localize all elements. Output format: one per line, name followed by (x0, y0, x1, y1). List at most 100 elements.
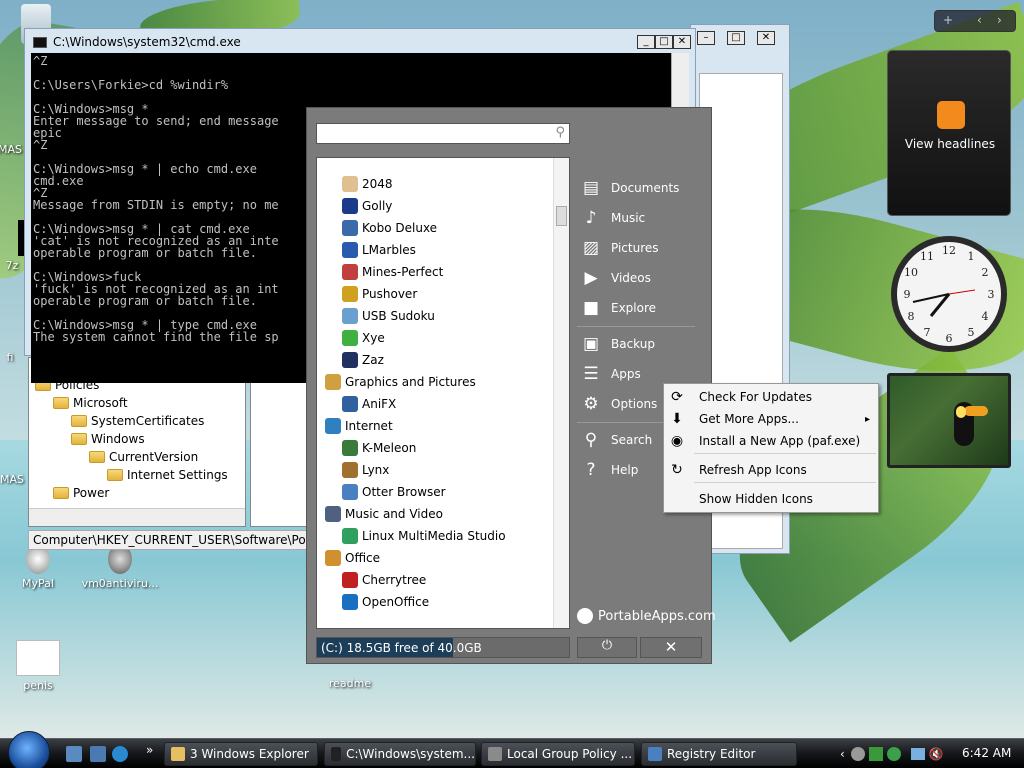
side-button-label: Explore (611, 301, 657, 315)
registry-key-node[interactable]: SystemCertificates (71, 414, 204, 428)
side-button-videos[interactable]: ▶ Videos (577, 263, 650, 293)
slideshow-gadget[interactable] (887, 373, 1011, 468)
app-list-item[interactable]: OpenOffice (317, 591, 429, 613)
app-list-item[interactable]: Zaz (317, 349, 384, 371)
app-list-item[interactable]: LMarbles (317, 239, 416, 261)
side-button-explore[interactable]: ■ Explore (577, 293, 656, 323)
tray-app-icon[interactable] (850, 747, 865, 761)
app-list-item[interactable]: Golly (317, 195, 392, 217)
app-list-item[interactable]: Pushover (317, 283, 417, 305)
item-label: Lynx (362, 463, 390, 477)
taskbar-clock[interactable]: 6:42 AM (962, 746, 1011, 760)
svg-text:8: 8 (908, 310, 915, 323)
registry-key-node[interactable]: Windows (71, 432, 145, 446)
app-list-item[interactable]: Otter Browser (317, 481, 446, 503)
app-category[interactable]: Internet (317, 415, 393, 437)
app-list-item[interactable]: Lynx (317, 459, 389, 481)
scroll-thumb[interactable] (556, 206, 567, 226)
desktop-icon-readme[interactable]: readme (318, 664, 382, 690)
minimize-button[interactable]: – (697, 31, 715, 45)
taskbar-cmd[interactable]: C:\Windows\system... (324, 742, 476, 766)
folder-icon (53, 487, 69, 499)
start-button[interactable] (8, 731, 50, 768)
side-button-pictures[interactable]: ▨ Pictures (577, 233, 659, 263)
show-desktop-icon[interactable] (66, 746, 82, 762)
app-search-input[interactable]: ⚲ (316, 123, 570, 144)
minimize-button[interactable]: _ (637, 35, 655, 49)
side-button-apps[interactable]: ☰ Apps (577, 359, 640, 389)
previous-icon[interactable]: ‹ (977, 13, 982, 27)
item-label: Office (345, 551, 381, 565)
readme-file-icon (330, 664, 370, 674)
context-menu-item[interactable]: ↻ Refresh App Icons (664, 459, 878, 481)
text-file-icon (16, 640, 60, 676)
desktop-icon-penis[interactable]: penis (6, 640, 70, 692)
network-icon[interactable] (910, 748, 925, 760)
side-button-search[interactable]: ⚲ Search (577, 425, 652, 455)
taskbar-windows-explorer[interactable]: 3 Windows Explorer (164, 742, 318, 766)
horizontal-scrollbar[interactable] (29, 508, 245, 526)
app-list-item[interactable]: Kobo Deluxe (317, 217, 437, 239)
power-button[interactable]: ⏻ (577, 637, 637, 658)
context-menu-item[interactable]: ⬇ Get More Apps... ▸ (664, 408, 878, 430)
context-menu-item[interactable]: Show Hidden Icons (664, 488, 878, 510)
app-category[interactable]: Graphics and Pictures (317, 371, 476, 393)
side-button-documents[interactable]: ▤ Documents (577, 173, 679, 203)
side-button-backup[interactable]: ▣ Backup (577, 329, 655, 359)
tray-expand-icon[interactable]: ‹ (840, 747, 845, 761)
maximize-button[interactable]: □ (727, 31, 745, 45)
internet-explorer-icon[interactable] (112, 746, 128, 762)
taskbar-group-policy[interactable]: Local Group Policy ... (481, 742, 635, 766)
side-button-help[interactable]: ? Help (577, 455, 638, 485)
defender-icon[interactable] (886, 747, 901, 761)
registry-key-node[interactable]: Internet Settings (107, 468, 228, 482)
svg-text:11: 11 (920, 250, 934, 263)
folder-icon: ■ (582, 298, 600, 318)
registry-key-node[interactable]: Power (53, 486, 109, 500)
add-gadget-icon[interactable]: + (943, 13, 953, 27)
context-menu-label: Refresh App Icons (699, 463, 807, 477)
app-category[interactable]: Office (317, 547, 380, 569)
briefcase-icon: ▣ (582, 334, 600, 354)
app-category[interactable]: Music and Video (317, 503, 443, 525)
volume-icon[interactable]: 🔇 (929, 747, 944, 761)
item-label: Graphics and Pictures (345, 375, 476, 389)
app-list[interactable]: 2048 Golly Kobo Deluxe LMarbles Mines-Perfec… (316, 157, 570, 629)
app-list-item[interactable]: K-Meleon (317, 437, 416, 459)
app-list-item[interactable]: AniFX (317, 393, 396, 415)
app-icon (342, 264, 358, 280)
desktop-icon-mypal[interactable]: MyPal (6, 544, 70, 590)
desktop-icon-vm0antivirus[interactable]: vm0antiviru... (80, 544, 160, 590)
next-icon[interactable]: › (997, 13, 1002, 27)
quick-launch-more-icon[interactable]: » (146, 743, 153, 757)
taskbar-registry-editor[interactable]: Registry Editor (641, 742, 797, 766)
app-list-item[interactable]: 2048 (317, 173, 393, 195)
feed-headlines-gadget[interactable]: View headlines (887, 50, 1011, 216)
app-list-item[interactable]: Xye (317, 327, 385, 349)
item-label: Cherrytree (362, 573, 427, 587)
context-menu-item[interactable]: ◉ Install a New App (paf.exe) (664, 430, 878, 452)
taskbar-app-icon (488, 747, 502, 761)
item-label: Pushover (362, 287, 418, 301)
maximize-button[interactable]: □ (655, 35, 673, 49)
context-menu-item[interactable]: ⟳ Check For Updates (664, 386, 878, 408)
registry-key-node[interactable]: Microsoft (53, 396, 128, 410)
refresh-icon: ↻ (671, 462, 683, 478)
close-menu-button[interactable]: ✕ (640, 637, 702, 658)
folder-icon (71, 415, 87, 427)
switch-windows-icon[interactable] (90, 746, 106, 762)
safely-remove-icon[interactable] (868, 747, 883, 761)
portableapps-brand[interactable]: PortableApps.com (577, 608, 716, 624)
close-button[interactable]: ✕ (757, 31, 775, 45)
app-list-scrollbar[interactable] (553, 158, 569, 628)
app-list-item[interactable]: Linux MultiMedia Studio (317, 525, 506, 547)
app-icon (342, 572, 358, 588)
close-button[interactable]: ✕ (673, 35, 691, 49)
app-list-item[interactable]: Cherrytree (317, 569, 426, 591)
registry-key-node[interactable]: CurrentVersion (89, 450, 198, 464)
app-list-item[interactable]: USB Sudoku (317, 305, 435, 327)
svg-text:10: 10 (904, 266, 918, 279)
app-list-item[interactable]: Mines-Perfect (317, 261, 443, 283)
side-button-options[interactable]: ⚙ Options (577, 389, 657, 419)
side-button-music[interactable]: ♪ Music (577, 203, 646, 233)
